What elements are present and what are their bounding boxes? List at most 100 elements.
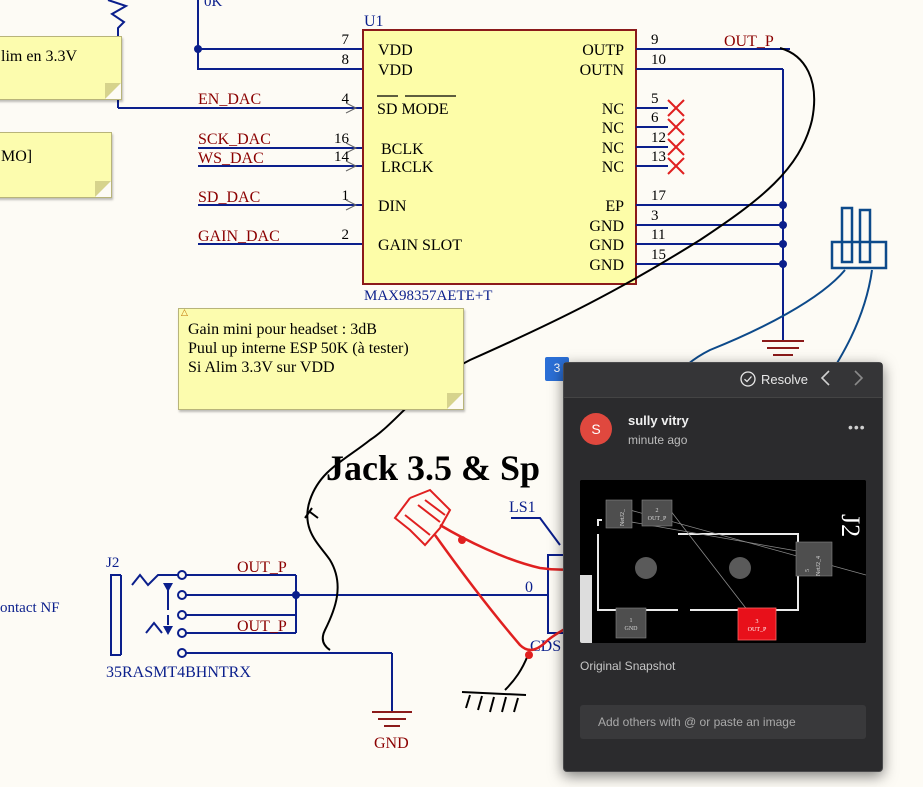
pin-number: 6 bbox=[651, 110, 659, 126]
jack-ref: J2 bbox=[106, 555, 119, 571]
pin-number: 17 bbox=[651, 188, 667, 204]
sketch-red-dot bbox=[525, 651, 533, 659]
next-comment-button[interactable] bbox=[852, 369, 864, 391]
check-circle-icon bbox=[740, 371, 756, 387]
snapshot-label: Original Snapshot bbox=[580, 659, 676, 673]
chevron-right-icon bbox=[854, 370, 864, 386]
note-warning-icon: △ bbox=[181, 308, 188, 318]
pin-name: BCLK bbox=[381, 141, 424, 158]
section-title: Jack 3.5 & Sp bbox=[326, 448, 540, 488]
pin-number: 10 bbox=[651, 52, 666, 68]
note-fold bbox=[105, 83, 121, 99]
avatar: S bbox=[580, 413, 612, 445]
jack-symbol[interactable] bbox=[110, 573, 548, 712]
pin-name: EP bbox=[605, 198, 624, 215]
snapshot-image[interactable]: NetJ2_ 2 OUT_P 5 NetJ2_4 1 GND 3 OUT_P J… bbox=[580, 480, 866, 643]
net-label-ws-dac[interactable]: WS_DAC bbox=[198, 150, 264, 167]
jack-contact-arrow-2 bbox=[163, 626, 173, 635]
pin-name: DIN bbox=[378, 198, 407, 215]
pin-number: 15 bbox=[651, 247, 666, 263]
vdd-wires bbox=[117, 0, 362, 245]
jack-pin-circles bbox=[177, 570, 187, 658]
prev-comment-button[interactable] bbox=[820, 369, 832, 391]
chip-ref: U1 bbox=[364, 13, 384, 30]
pin-number: 12 bbox=[651, 130, 666, 146]
net-label-out-p-top[interactable]: OUT_P bbox=[724, 33, 774, 50]
pin-name: GND bbox=[589, 218, 624, 235]
note-mid-left-text: MO] bbox=[1, 148, 33, 165]
net-label-zero[interactable]: 0 bbox=[525, 579, 533, 596]
junction-dot bbox=[292, 591, 300, 599]
note-mid-left[interactable]: MO] bbox=[0, 132, 112, 198]
pad-net: NetJ2_ bbox=[620, 508, 626, 526]
pad-num: 2 bbox=[656, 508, 659, 514]
net-label-out-p-j2b[interactable]: OUT_P bbox=[237, 618, 287, 635]
sketch-black-gnd bbox=[461, 654, 529, 713]
pin-number: 11 bbox=[651, 227, 665, 243]
contact-nf-label: ontact NF bbox=[0, 600, 60, 616]
net-label-sck-dac[interactable]: SCK_DAC bbox=[198, 131, 271, 148]
comment-time: minute ago bbox=[628, 433, 688, 447]
pin-name: OUTN bbox=[580, 62, 625, 79]
net-label-gain-dac[interactable]: GAIN_DAC bbox=[198, 228, 280, 245]
pin-name: GAIN SLOT bbox=[378, 237, 462, 254]
pin-number: 4 bbox=[342, 91, 350, 107]
pin-number: 16 bbox=[334, 131, 350, 147]
pin-number: 1 bbox=[342, 188, 350, 204]
pin-name: VDD bbox=[378, 62, 413, 79]
resistor-symbol bbox=[107, 0, 129, 36]
chevron-left-icon bbox=[820, 370, 830, 386]
speaker-ref: LS1 bbox=[509, 499, 536, 516]
sketch-blue-connector bbox=[830, 206, 888, 270]
jack-part: 35RASMT4BHNTRX bbox=[106, 664, 251, 681]
resistor-value: 0K bbox=[204, 0, 223, 10]
jack-contact-arrow bbox=[163, 583, 173, 592]
pin-name: VDD bbox=[378, 42, 413, 59]
reply-input[interactable]: Add others with @ or paste an image bbox=[580, 705, 866, 739]
gnd-label: GND bbox=[374, 735, 409, 752]
pad-net: GND bbox=[625, 626, 639, 632]
net-label-out-p-j2a[interactable]: OUT_P bbox=[237, 559, 287, 576]
note-gain[interactable]: △ Gain mini pour headset : 3dB Puul up i… bbox=[178, 308, 464, 410]
speaker-symbol[interactable] bbox=[511, 517, 565, 634]
pad-net: NetJ2_4 bbox=[816, 556, 822, 576]
junction-dot bbox=[194, 45, 202, 53]
pin-number: 13 bbox=[651, 149, 666, 165]
gnd-symbol-right bbox=[762, 340, 804, 356]
note-top-left[interactable]: lim en 3.3V bbox=[0, 36, 122, 100]
pin-name: NC bbox=[602, 120, 624, 137]
pad-num: 5 bbox=[805, 569, 811, 572]
pin-name: GND bbox=[589, 237, 624, 254]
sketch-red-speaker bbox=[393, 488, 452, 547]
pin-number: 2 bbox=[342, 227, 350, 243]
pin-number: 5 bbox=[651, 91, 659, 107]
pad-num: 1 bbox=[630, 618, 633, 624]
note-gain-text: Gain mini pour headset : 3dB Puul up int… bbox=[188, 321, 409, 376]
chip-part: MAX98357AETE+T bbox=[364, 288, 492, 304]
pad-num: 3 bbox=[756, 619, 759, 625]
pin-name: GND bbox=[589, 257, 624, 274]
comment-author: sully vitry bbox=[628, 413, 689, 428]
pad-net: OUT_P bbox=[648, 516, 667, 522]
net-label-en-dac[interactable]: EN_DAC bbox=[198, 91, 261, 108]
resolve-label: Resolve bbox=[761, 371, 808, 387]
pin-number: 9 bbox=[651, 32, 659, 48]
pcb-designator: J2 bbox=[836, 514, 865, 537]
comment-panel[interactable]: Resolve S sully vitry minute ago ••• Net… bbox=[563, 362, 883, 772]
note-fold bbox=[447, 393, 463, 409]
sketch-red-dot bbox=[458, 536, 466, 544]
note-fold bbox=[95, 181, 111, 197]
pin-number: 14 bbox=[334, 149, 350, 165]
net-label-sd-dac[interactable]: SD_DAC bbox=[198, 189, 260, 206]
pin-name: LRCLK bbox=[381, 159, 434, 176]
resolve-button[interactable]: Resolve bbox=[740, 371, 808, 387]
pin-number: 3 bbox=[651, 208, 659, 224]
pcb-snapshot: NetJ2_ 2 OUT_P 5 NetJ2_4 1 GND 3 OUT_P J… bbox=[580, 480, 866, 643]
comment-panel-header: Resolve bbox=[564, 363, 882, 398]
speaker-part: CDS bbox=[530, 638, 561, 655]
more-options-button[interactable]: ••• bbox=[848, 419, 866, 435]
pin-number: 7 bbox=[342, 32, 350, 48]
pad-net: OUT_P bbox=[748, 627, 767, 633]
pin-number: 8 bbox=[342, 52, 350, 68]
no-connect-markers bbox=[667, 99, 685, 175]
